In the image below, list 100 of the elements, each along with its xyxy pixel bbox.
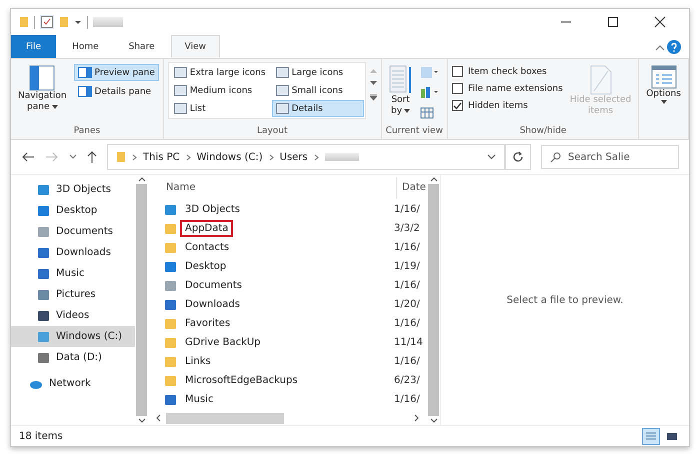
scroll-up-icon[interactable]: [138, 175, 146, 183]
chevron-icon[interactable]: [132, 154, 137, 160]
date-cell-text: 3/3/2: [393, 223, 420, 234]
search-field[interactable]: Search Salie: [541, 145, 679, 169]
sidebar-item[interactable]: Pictures: [11, 284, 135, 305]
sidebar-item[interactable]: Downloads: [11, 242, 135, 263]
up-icon[interactable]: [87, 151, 97, 163]
column-header[interactable]: Date: [396, 176, 426, 198]
scroll-down-icon[interactable]: [370, 81, 377, 86]
item-icon: [164, 280, 177, 292]
layout-option[interactable]: List: [170, 100, 270, 117]
checkbox-option[interactable]: File name extensions: [452, 81, 563, 96]
file-name[interactable]: Links: [164, 355, 389, 368]
scroll-up-icon[interactable]: [430, 175, 438, 183]
ribbon-tab[interactable]: View: [170, 35, 220, 58]
sidebar-item[interactable]: 3D Objects: [11, 179, 135, 200]
item-icon: [37, 268, 50, 280]
collapse-ribbon-icon[interactable]: [655, 42, 665, 50]
navigation-pane-icon: [29, 65, 56, 91]
layout-icon: [276, 85, 289, 96]
scroll-down-icon[interactable]: [430, 417, 438, 425]
options-button[interactable]: Options: [643, 62, 684, 107]
date-cell-text: 1/16/: [393, 204, 420, 215]
ribbon-tab[interactable]: Share: [114, 35, 169, 58]
date-cell-text: 1/16/: [393, 242, 420, 253]
checkbox-option[interactable]: Hidden items: [452, 98, 563, 113]
layout-icon: [174, 85, 187, 96]
layout-option[interactable]: Medium icons: [170, 82, 270, 99]
file-name[interactable]: Downloads: [164, 298, 389, 311]
layout-option[interactable]: Small icons: [272, 82, 364, 99]
file-name[interactable]: Desktop: [164, 260, 389, 273]
checkbox[interactable]: [452, 66, 463, 77]
ribbon-tab[interactable]: File: [11, 35, 56, 58]
scroll-left-icon[interactable]: [154, 414, 162, 422]
file-name[interactable]: AppData: [164, 222, 389, 235]
help-icon[interactable]: [667, 40, 681, 54]
chevron-icon[interactable]: [268, 154, 274, 160]
scrollbar[interactable]: [427, 175, 440, 425]
date-cell-text: 1/16/: [393, 280, 420, 291]
ribbon-tab[interactable]: Home: [58, 35, 113, 58]
scroll-down-icon[interactable]: [138, 417, 146, 425]
item-icon: [37, 204, 50, 216]
sidebar-item[interactable]: Data (D:): [11, 347, 135, 368]
breadcrumb[interactable]: Users: [280, 152, 308, 162]
layout-icon: [174, 67, 187, 78]
preview-message: Select a file to preview.: [506, 294, 624, 306]
file-name[interactable]: Music: [164, 393, 389, 406]
checkbox[interactable]: [452, 83, 463, 94]
properties-icon[interactable]: [40, 15, 54, 29]
layout-option[interactable]: Extra large icons: [170, 64, 270, 81]
checkbox[interactable]: [452, 100, 463, 111]
back-icon[interactable]: [21, 152, 35, 162]
item-icon: [37, 330, 50, 342]
layout-option[interactable]: Large icons: [272, 64, 364, 81]
file-name[interactable]: Contacts: [164, 241, 389, 254]
date-cell-text: 11/14: [393, 337, 423, 348]
navigation-pane-button[interactable]: Navigation pane: [15, 62, 70, 116]
breadcrumb[interactable]: This PC: [143, 152, 180, 162]
item-icon: [164, 336, 177, 348]
chevron-icon[interactable]: [186, 154, 191, 160]
sidebar-item[interactable]: Windows (C:): [11, 326, 135, 347]
details-view-button[interactable]: [642, 428, 660, 444]
dropdown-icon[interactable]: [74, 18, 82, 26]
blurred-title: [93, 17, 123, 27]
expand-icon[interactable]: [370, 94, 377, 101]
item-icon: [164, 318, 177, 330]
file-name[interactable]: Favorites: [164, 317, 389, 330]
scrollbar[interactable]: [135, 175, 148, 425]
date-cell-text: 6/23/: [393, 375, 420, 386]
breadcrumb[interactable]: Windows (C:): [196, 152, 263, 162]
add-columns-icon[interactable]: [420, 86, 438, 100]
file-name[interactable]: 3D Objects: [164, 203, 389, 216]
item-icon: [37, 288, 50, 300]
file-name[interactable]: GDrive BackUp: [164, 336, 389, 349]
sidebar-item[interactable]: Desktop: [11, 200, 135, 221]
checkbox-option[interactable]: Item check boxes: [452, 64, 563, 79]
recent-locations-icon[interactable]: [69, 154, 77, 160]
refresh-button[interactable]: [505, 144, 531, 170]
close-icon[interactable]: [654, 16, 666, 28]
scroll-right-icon[interactable]: [413, 414, 421, 422]
sort-by-button[interactable]: Sort by: [386, 62, 416, 120]
file-name[interactable]: Documents: [164, 279, 389, 292]
maximize-icon[interactable]: [607, 16, 619, 28]
size-columns-icon[interactable]: [420, 106, 434, 120]
list-icon: [645, 430, 657, 442]
dropdown-icon[interactable]: [487, 154, 496, 160]
column-header[interactable]: Name: [148, 182, 396, 193]
sidebar-item[interactable]: Network: [11, 373, 135, 394]
pane-toggle[interactable]: Details pane: [74, 83, 159, 100]
sidebar-item[interactable]: Music: [11, 263, 135, 284]
chevron-icon[interactable]: [314, 154, 319, 160]
layout-option[interactable]: Details: [272, 100, 364, 117]
sidebar-item[interactable]: Documents: [11, 221, 135, 242]
pane-icon: [78, 67, 92, 78]
sidebar-item[interactable]: Videos: [11, 305, 135, 326]
date-cell-text: 1/16/: [393, 356, 420, 367]
file-name[interactable]: MicrosoftEdgeBackups: [164, 374, 389, 387]
pane-toggle[interactable]: Preview pane: [74, 64, 159, 81]
address-bar[interactable]: This PC Windows (C:) Users: [107, 144, 505, 170]
item-icon: [37, 184, 50, 196]
